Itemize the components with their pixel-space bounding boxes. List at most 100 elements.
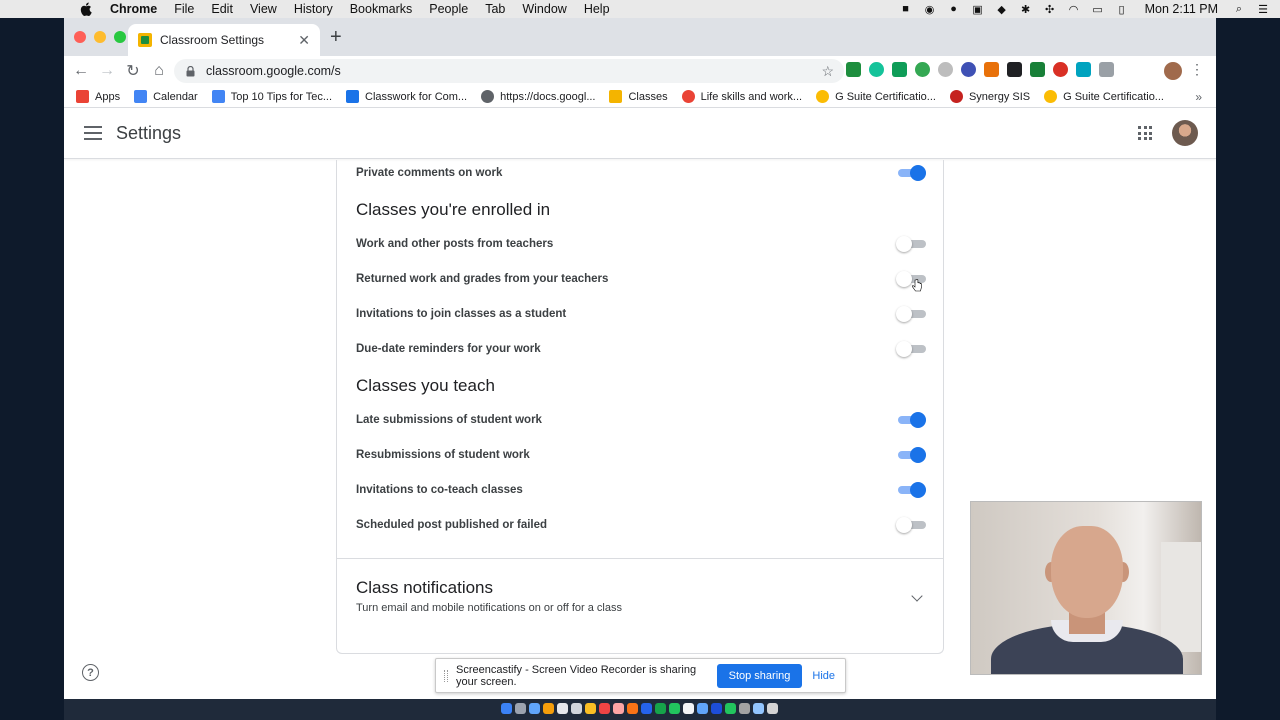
menu-history[interactable]: History	[294, 2, 333, 16]
home-icon[interactable]: ⌂	[146, 58, 172, 84]
video-camera-icon[interactable]: ■	[899, 3, 913, 15]
close-window-button[interactable]	[74, 31, 86, 43]
finder-icon[interactable]	[500, 702, 512, 714]
word-icon[interactable]	[640, 702, 652, 714]
grammarly-extension-icon[interactable]	[869, 62, 884, 77]
excel-icon[interactable]	[654, 702, 666, 714]
zoom-window-button[interactable]	[114, 31, 126, 43]
screen-mirror-icon[interactable]: ▣	[971, 3, 985, 16]
menu-file[interactable]: File	[174, 2, 194, 16]
info-extension-icon[interactable]	[938, 62, 953, 77]
lock-icon[interactable]	[186, 65, 196, 77]
late-submissions-toggle[interactable]	[896, 412, 926, 428]
student-invitations-toggle[interactable]	[896, 306, 926, 322]
kami-extension-icon[interactable]	[961, 62, 976, 77]
browser-tab-active[interactable]: Classroom Settings ✕	[128, 24, 320, 56]
safari-icon[interactable]	[528, 702, 540, 714]
bookmark-item[interactable]: Synergy SIS	[949, 90, 1030, 103]
account-avatar[interactable]	[1172, 120, 1198, 146]
messages-icon[interactable]	[668, 702, 680, 714]
menu-bookmarks[interactable]: Bookmarks	[350, 2, 413, 16]
google-apps-icon[interactable]	[1138, 126, 1152, 140]
class-notifications-title[interactable]: Class notifications	[356, 578, 493, 598]
help-icon[interactable]: ?	[82, 664, 99, 681]
chrome-icon[interactable]	[542, 702, 554, 714]
record-extension-icon[interactable]	[1053, 62, 1068, 77]
private-comments-toggle[interactable]	[896, 165, 926, 181]
screen-extension-icon[interactable]	[1007, 62, 1022, 77]
bookmark-item[interactable]: G Suite Certificatio...	[816, 90, 936, 103]
stop-sharing-button[interactable]: Stop sharing	[716, 663, 803, 688]
menu-tab[interactable]: Tab	[485, 2, 505, 16]
sheets-extension-icon[interactable]	[1030, 62, 1045, 77]
close-tab-icon[interactable]: ✕	[298, 32, 310, 49]
hide-button[interactable]: Hide	[812, 670, 835, 682]
resubmissions-toggle[interactable]	[896, 447, 926, 463]
bookmark-item[interactable]: Life skills and work...	[681, 90, 802, 103]
bookmark-item[interactable]: Classwork for Com...	[346, 90, 467, 103]
menu-clock[interactable]: Mon 2:11 PM	[1145, 2, 1218, 16]
chevron-down-icon[interactable]	[911, 590, 923, 602]
photos-icon[interactable]	[598, 702, 610, 714]
drag-handle-icon[interactable]	[444, 669, 448, 682]
bookmark-item[interactable]: https://docs.googl...	[481, 90, 595, 103]
notes-extension-icon[interactable]	[1076, 62, 1091, 77]
music-icon[interactable]	[612, 702, 624, 714]
bookmark-item[interactable]: Classes	[609, 90, 668, 103]
due-date-reminders-toggle[interactable]	[896, 341, 926, 357]
menu-window[interactable]: Window	[522, 2, 566, 16]
battery-icon[interactable]: ▯	[1115, 3, 1129, 16]
bluetooth-icon[interactable]: ✱	[1019, 3, 1033, 16]
bookmark-item[interactable]: Top 10 Tips for Tec...	[211, 90, 332, 103]
airplay-icon[interactable]: ▭	[1091, 3, 1105, 16]
co-teach-invitations-toggle[interactable]	[896, 482, 926, 498]
scheduled-post-toggle[interactable]	[896, 517, 926, 533]
menu-help[interactable]: Help	[584, 2, 610, 16]
launchpad-icon[interactable]	[514, 702, 526, 714]
bookmark-item[interactable]: Apps	[76, 90, 120, 103]
spotify-icon[interactable]	[724, 702, 736, 714]
system-preferences-icon[interactable]	[696, 702, 708, 714]
bookmark-star-icon[interactable]: ☆	[821, 63, 834, 80]
feed-extension-icon[interactable]	[892, 62, 907, 77]
preview-icon[interactable]	[682, 702, 694, 714]
pages-icon[interactable]	[626, 702, 638, 714]
menu-people[interactable]: People	[429, 2, 468, 16]
url-text[interactable]: classroom.google.com/s	[206, 64, 341, 78]
menu-app-name[interactable]: Chrome	[110, 2, 157, 16]
announce-extension-icon[interactable]	[984, 62, 999, 77]
wifi-icon[interactable]: ◠	[1067, 3, 1081, 16]
profile-avatar-icon[interactable]	[1164, 62, 1182, 80]
back-icon[interactable]: ←	[68, 58, 94, 84]
bookmark-item[interactable]: G Suite Certificatio...	[1044, 90, 1164, 103]
minimize-window-button[interactable]	[94, 31, 106, 43]
menu-edit[interactable]: Edit	[211, 2, 233, 16]
spotlight-search-icon[interactable]: ⌕	[1232, 3, 1246, 15]
app-store-icon[interactable]	[710, 702, 722, 714]
reload-icon[interactable]: ↻	[120, 58, 146, 84]
work-posts-toggle[interactable]	[896, 236, 926, 252]
notes-icon[interactable]	[584, 702, 596, 714]
grammarly-icon[interactable]: ◉	[923, 3, 937, 16]
network-icon[interactable]: ✣	[1043, 3, 1057, 16]
forward-icon[interactable]: →	[94, 58, 120, 84]
trash-icon[interactable]	[766, 702, 778, 714]
classroom-extension-icon[interactable]	[846, 62, 861, 77]
extensions-puzzle-icon[interactable]	[1099, 62, 1114, 77]
location-icon[interactable]: ●	[947, 3, 961, 15]
address-bar[interactable]: classroom.google.com/s ☆	[174, 59, 844, 83]
bookmarks-overflow-icon[interactable]: »	[1195, 90, 1202, 104]
main-menu-icon[interactable]	[84, 126, 102, 140]
folder-icon[interactable]	[752, 702, 764, 714]
contacts-icon[interactable]	[556, 702, 568, 714]
chrome-menu-icon[interactable]: ⋮	[1190, 61, 1204, 78]
bookmark-item[interactable]: Calendar	[134, 90, 198, 103]
apple-icon[interactable]	[80, 2, 94, 16]
app-store-icon[interactable]: ◆	[995, 3, 1009, 16]
calendar-icon[interactable]	[570, 702, 582, 714]
menu-view[interactable]: View	[250, 2, 277, 16]
downloads-icon[interactable]	[738, 702, 750, 714]
new-tab-icon[interactable]: +	[330, 27, 342, 47]
notification-center-icon[interactable]: ☰	[1256, 3, 1270, 16]
hangouts-extension-icon[interactable]	[915, 62, 930, 77]
